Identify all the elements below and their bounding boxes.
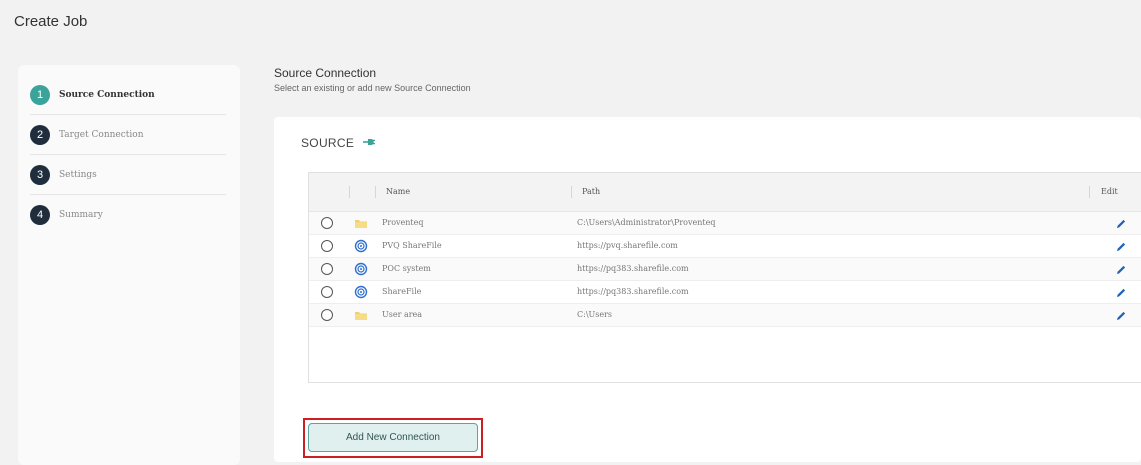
source-label: SOURCE xyxy=(301,136,355,150)
cell-name: User area xyxy=(382,310,423,319)
grid-body: Proventeq C:\Users\Administrator\Provent… xyxy=(309,212,1141,327)
section-title: Source Connection xyxy=(274,66,377,80)
column-separator xyxy=(1089,186,1090,198)
table-row[interactable]: Proventeq C:\Users\Administrator\Provent… xyxy=(309,212,1141,235)
table-row[interactable]: ShareFile https://pq383.sharefile.com xyxy=(309,281,1141,304)
column-separator xyxy=(571,186,572,198)
connections-grid: Name Path Edit Proventeq C:\Users\Admini… xyxy=(308,172,1141,383)
add-new-connection-button[interactable]: Add New Connection xyxy=(308,423,478,452)
row-radio[interactable] xyxy=(321,240,333,252)
column-separator xyxy=(375,186,376,198)
step-source-connection[interactable]: 1 Source Connection xyxy=(30,75,226,115)
folder-icon xyxy=(354,308,368,322)
column-separator xyxy=(349,186,350,198)
folder-icon xyxy=(354,216,368,230)
plug-icon xyxy=(362,136,376,150)
cell-path: https://pq383.sharefile.com xyxy=(577,264,689,273)
step-summary[interactable]: 4 Summary xyxy=(30,195,226,235)
cell-path: C:\Users xyxy=(577,310,613,319)
cell-path: C:\Users\Administrator\Proventeq xyxy=(577,218,716,227)
sharefile-icon xyxy=(354,285,368,299)
cell-name: PVQ ShareFile xyxy=(382,241,442,250)
step-label: Target Connection xyxy=(59,129,144,140)
step-label: Summary xyxy=(59,210,103,220)
row-radio[interactable] xyxy=(321,309,333,321)
cell-name: Proventeq xyxy=(382,218,424,227)
row-radio[interactable] xyxy=(321,217,333,229)
cell-name: ShareFile xyxy=(382,287,422,296)
table-row[interactable]: PVQ ShareFile https://pvq.sharefile.com xyxy=(309,235,1141,258)
step-number: 1 xyxy=(30,84,50,105)
step-number: 3 xyxy=(30,164,50,185)
step-label: Source Connection xyxy=(59,89,155,100)
step-number: 2 xyxy=(30,124,50,145)
wizard-stepper: 1 Source Connection 2 Target Connection … xyxy=(18,65,240,465)
sharefile-icon xyxy=(354,239,368,253)
edit-pencil-icon[interactable] xyxy=(1115,286,1127,298)
step-settings[interactable]: 3 Settings xyxy=(30,155,226,195)
edit-pencil-icon[interactable] xyxy=(1115,240,1127,252)
column-header-path[interactable]: Path xyxy=(582,173,600,211)
edit-pencil-icon[interactable] xyxy=(1115,263,1127,275)
cell-name: POC system xyxy=(382,264,431,273)
sharefile-icon xyxy=(354,262,368,276)
step-label: Settings xyxy=(59,169,97,180)
column-header-name[interactable]: Name xyxy=(386,173,410,211)
section-subtitle: Select an existing or add new Source Con… xyxy=(274,83,471,93)
cell-path: https://pvq.sharefile.com xyxy=(577,241,678,250)
table-row[interactable]: User area C:\Users xyxy=(309,304,1141,327)
page-title: Create Job xyxy=(14,13,88,30)
grid-header: Name Path Edit xyxy=(309,173,1141,212)
step-target-connection[interactable]: 2 Target Connection xyxy=(30,115,226,155)
table-row[interactable]: POC system https://pq383.sharefile.com xyxy=(309,258,1141,281)
step-number: 4 xyxy=(30,205,50,225)
row-radio[interactable] xyxy=(321,263,333,275)
cell-path: https://pq383.sharefile.com xyxy=(577,287,689,296)
edit-pencil-icon[interactable] xyxy=(1115,217,1127,229)
source-card: SOURCE Name Path Edit Proventeq C:\Users… xyxy=(274,117,1141,462)
edit-pencil-icon[interactable] xyxy=(1115,309,1127,321)
source-heading: SOURCE xyxy=(301,136,376,150)
column-header-edit: Edit xyxy=(1101,187,1118,196)
row-radio[interactable] xyxy=(321,286,333,298)
